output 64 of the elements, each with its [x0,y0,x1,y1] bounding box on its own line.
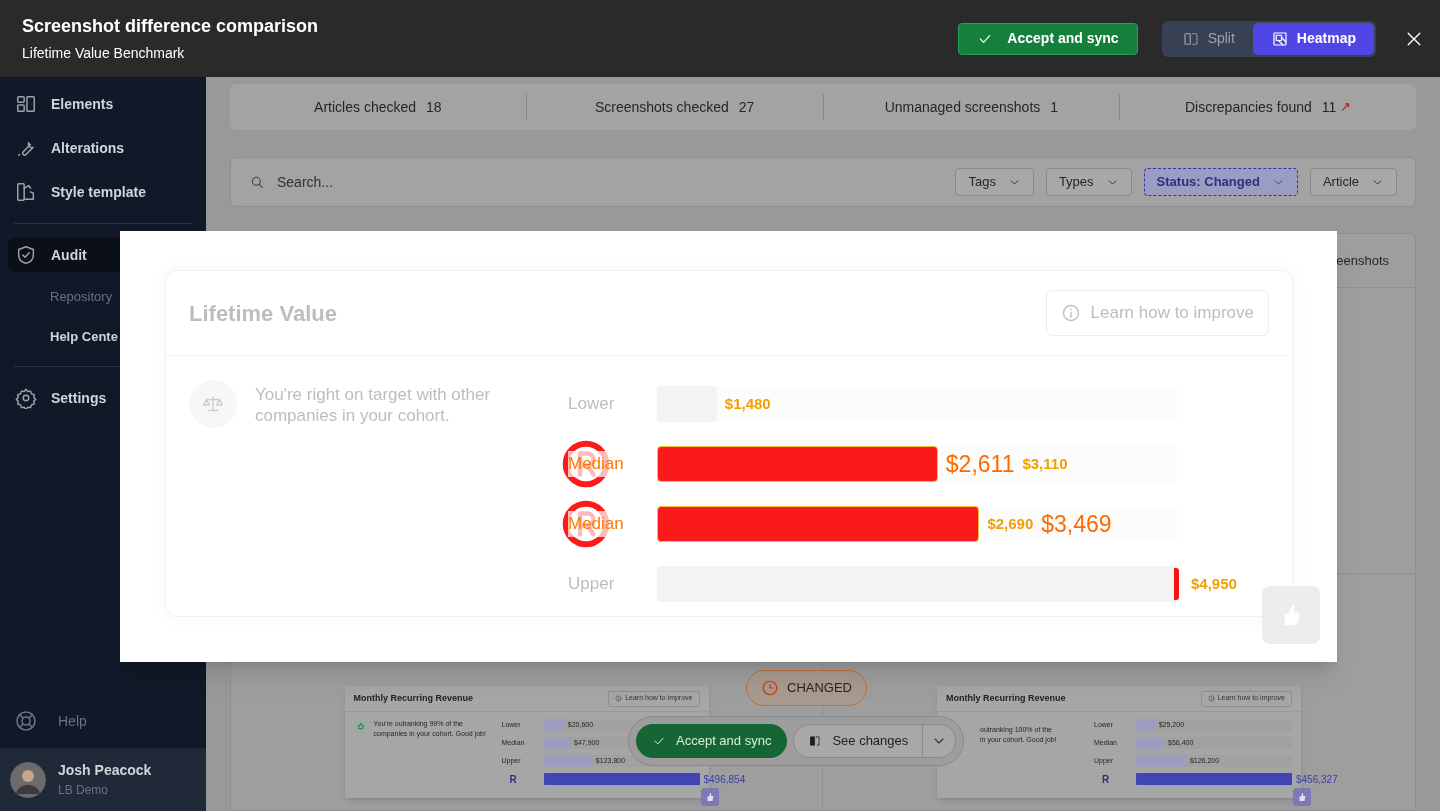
row-value: $2,611 [945,449,1015,479]
info-icon [1207,695,1215,702]
diff-mark [1174,568,1179,600]
stat-value: 27 [738,97,755,117]
row-label: Lower [568,393,615,416]
layout-icon [15,93,37,115]
window-title: Screenshot difference comparison [22,15,319,38]
stat-label: Discrepancies found [1184,97,1312,117]
filter-dropdown[interactable]: Types [1045,168,1132,196]
sidebar-subitem[interactable]: Help Cente [50,327,118,347]
row-value: $496,854 [703,772,746,787]
row-value: $3,469 [1041,509,1112,539]
accept-sync-button[interactable]: Accept and sync [958,22,1138,55]
sidebar-subitem[interactable]: Repository [50,287,113,307]
clock-icon [761,679,779,697]
shield-check-icon [15,244,37,266]
sidebar-item[interactable]: Alterations [8,131,198,165]
status-badge: CHANGED [746,670,867,706]
settings-icon [15,387,37,409]
sidebar-item[interactable]: Style template [8,175,198,209]
card-title: Monthly Recurring Revenue [353,691,474,705]
accept-sync-button[interactable]: Accept and sync [636,724,788,758]
card-title: Monthly Recurring Revenue [946,691,1066,705]
help-link[interactable]: Help [0,704,206,738]
stat-value: 18 [426,97,442,117]
filter-dropdown[interactable]: Article [1309,168,1397,196]
user-name: Josh Peacock [58,761,152,780]
palette-icon [15,181,37,203]
row-value: $2,690 [987,513,1034,534]
row-label: Median [568,511,624,537]
view-mode-tab[interactable]: Split [1163,22,1253,55]
row-label: R [1101,772,1111,787]
stat-value: 1 [1050,97,1059,117]
row-value: $1,480 [724,393,771,414]
row-value: $456,327 [1296,772,1338,787]
row-value: $3,110 [1022,453,1068,474]
view-mode-tab[interactable]: Heatmap [1252,22,1374,55]
stat-label: Screenshots checked [594,97,729,117]
search-icon [249,174,265,190]
filter-dropdown[interactable]: Tags [955,168,1034,196]
sidebar-item[interactable]: Elements [8,87,198,121]
split-view-icon [808,734,823,748]
column-header: eenshots [1336,251,1389,270]
card-message: You're right on target with other companies in your cohort. [255,384,492,426]
info-icon [615,695,623,702]
thumbs-up-icon [353,719,368,733]
row-label: Median [568,451,624,477]
card-title: Lifetime Value [189,299,337,328]
row-value: $4,950 [1191,573,1237,594]
row-label: Upper [568,573,615,596]
heatmap-icon [1270,29,1289,48]
user-organization: LB Demo [58,782,110,799]
trend-arrow: ↗ [1340,98,1352,117]
row-label: R [508,772,518,787]
window-subtitle: Lifetime Value Benchmark [22,44,186,63]
info-icon [1060,303,1081,323]
avatar-icon [10,761,46,798]
sidebar-item[interactable]: Settings [8,381,198,415]
search-field[interactable]: Search... [277,171,577,193]
filter-dropdown[interactable]: Status: Changed [1143,168,1298,196]
stat-label: Articles checked [314,97,417,117]
stat-label: Unmanaged screenshots [884,97,1041,117]
stat-value: 11 [1321,97,1337,117]
lifebuoy-icon [14,709,38,733]
